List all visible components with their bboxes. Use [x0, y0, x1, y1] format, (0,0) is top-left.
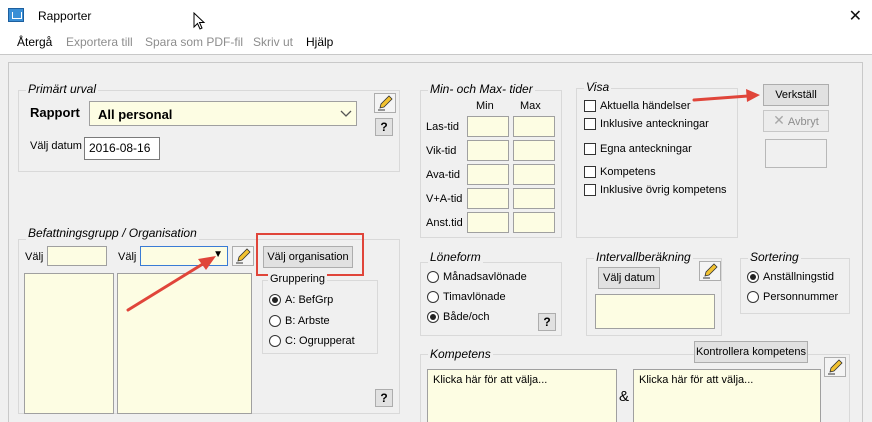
sortering-option: Personnummer — [763, 291, 839, 303]
rapport-select[interactable]: All personal — [89, 101, 357, 126]
app-icon — [8, 8, 24, 22]
datum-label: Välj datum — [30, 140, 82, 152]
minmax-row-label: Ava-tid — [426, 169, 461, 181]
visa-checkbox[interactable] — [584, 184, 596, 196]
annotation-highlight-box — [256, 233, 364, 276]
rapport-select-value: All personal — [98, 107, 173, 122]
close-icon[interactable]: ✕ — [849, 6, 862, 25]
menu-item-atergaa[interactable]: Återgå — [17, 35, 52, 49]
gruppering-radio-c[interactable] — [269, 335, 281, 347]
visa-option: Kompetens — [600, 166, 656, 178]
rapport-label: Rapport — [30, 105, 80, 120]
va-tid-min-input[interactable] — [467, 188, 509, 209]
loneform-radio-manad[interactable] — [427, 271, 439, 283]
minmax-col-min: Min — [476, 100, 494, 112]
menu-item-exportera[interactable]: Exportera till — [66, 35, 133, 49]
edit-pencil-icon[interactable] — [699, 261, 721, 281]
ava-tid-max-input[interactable] — [513, 164, 555, 185]
menu-item-spara-pdf[interactable]: Spara som PDF-fil — [145, 35, 243, 49]
loneform-radio-bada[interactable] — [427, 311, 439, 323]
chevron-down-icon — [340, 110, 352, 117]
gruppering-option-b: B: Arbste — [285, 315, 330, 327]
sortering-group — [740, 258, 850, 314]
minmax-row-label: V+A-tid — [426, 193, 463, 205]
menu-item-hjalp[interactable]: Hjälp — [306, 35, 333, 49]
befgrp-input[interactable] — [47, 246, 107, 266]
edit-pencil-icon[interactable] — [232, 246, 254, 266]
loneform-radio-tim[interactable] — [427, 291, 439, 303]
menu-bar: Återgå Exportera till Spara som PDF-fil … — [0, 32, 872, 52]
befattning-help-button[interactable]: ? — [375, 389, 393, 407]
kompetens-input-2[interactable]: Klicka här för att välja... — [633, 369, 821, 422]
valj1-label: Välj — [25, 251, 44, 263]
loneform-title: Löneform — [428, 250, 483, 264]
intervall-title: Intervallberäkning — [594, 250, 693, 264]
kompetens-input-2-placeholder: Klicka här för att välja... — [639, 374, 754, 386]
las-tid-min-input[interactable] — [467, 116, 509, 137]
sortering-radio-pnr[interactable] — [747, 291, 759, 303]
kompetens-input-1-placeholder: Klicka här för att välja... — [433, 374, 548, 386]
gruppering-title: Gruppering — [268, 273, 328, 285]
visa-checkbox[interactable] — [584, 166, 596, 178]
sortering-option: Anställningstid — [763, 271, 834, 283]
befattning-title: Befattningsgrupp / Organisation — [26, 226, 199, 240]
loneform-option: Månadsavlönade — [443, 271, 527, 283]
cancel-x-icon: ✕ — [773, 113, 785, 129]
avbryt-button[interactable]: ✕ Avbryt — [763, 110, 829, 132]
loneform-option: Både/och — [443, 311, 490, 323]
status-box — [765, 139, 827, 168]
visa-option: Egna anteckningar — [600, 143, 692, 155]
sortering-title: Sortering — [748, 250, 801, 264]
menu-item-skriv-ut[interactable]: Skriv ut — [253, 35, 293, 49]
loneform-help-button[interactable]: ? — [538, 313, 556, 331]
visa-title: Visa — [584, 80, 612, 94]
vik-tid-max-input[interactable] — [513, 140, 555, 161]
kompetens-title: Kompetens — [428, 347, 493, 361]
gruppering-option-a: A: BefGrp — [285, 294, 334, 306]
va-tid-max-input[interactable] — [513, 188, 555, 209]
gruppering-option-c: C: Ogrupperat — [285, 335, 355, 347]
annotation-arrow-icon — [126, 256, 216, 312]
annotation-arrow-icon — [692, 89, 760, 102]
visa-checkbox[interactable] — [584, 100, 596, 112]
mouse-cursor-icon — [193, 12, 206, 30]
loneform-option: Timavlönade — [443, 291, 506, 303]
visa-checkbox[interactable] — [584, 143, 596, 155]
visa-checkbox[interactable] — [584, 118, 596, 130]
minmax-row-label: Vik-tid — [426, 145, 457, 157]
minmax-col-max: Max — [520, 100, 541, 112]
minmax-title: Min- och Max- tider — [428, 82, 535, 96]
gruppering-radio-a[interactable] — [269, 294, 281, 306]
avbryt-label: Avbryt — [787, 116, 819, 128]
primart-urval-title: Primärt urval — [26, 82, 99, 96]
valj-datum-button[interactable]: Välj datum — [598, 267, 660, 289]
primart-help-button[interactable]: ? — [375, 118, 393, 136]
visa-option: Inklusive anteckningar — [600, 118, 709, 130]
visa-option: Aktuella händelser — [600, 100, 691, 112]
ampersand-label: & — [619, 388, 630, 405]
las-tid-max-input[interactable] — [513, 116, 555, 137]
window-title: Rapporter — [38, 9, 92, 23]
vik-tid-min-input[interactable] — [467, 140, 509, 161]
anst-tid-min-input[interactable] — [467, 212, 509, 233]
gruppering-radio-b[interactable] — [269, 315, 281, 327]
datum-input[interactable]: 2016-08-16 — [84, 137, 160, 160]
edit-pencil-icon[interactable] — [824, 357, 846, 377]
minmax-row-label: Las-tid — [426, 121, 460, 133]
ava-tid-min-input[interactable] — [467, 164, 509, 185]
verkstall-button[interactable]: Verkställ — [763, 84, 829, 106]
kompetens-input-1[interactable]: Klicka här för att välja... — [427, 369, 617, 422]
befgrp-list[interactable] — [24, 273, 114, 414]
anst-tid-max-input[interactable] — [513, 212, 555, 233]
sortering-radio-anst[interactable] — [747, 271, 759, 283]
edit-pencil-icon[interactable] — [374, 93, 396, 113]
visa-option: Inklusive övrig kompetens — [600, 184, 727, 196]
title-bar: Rapporter ✕ — [0, 0, 872, 32]
intervall-input[interactable] — [595, 294, 715, 329]
kontrollera-kompetens-button[interactable]: Kontrollera kompetens — [694, 341, 808, 363]
minmax-row-label: Anst.tid — [426, 217, 463, 229]
